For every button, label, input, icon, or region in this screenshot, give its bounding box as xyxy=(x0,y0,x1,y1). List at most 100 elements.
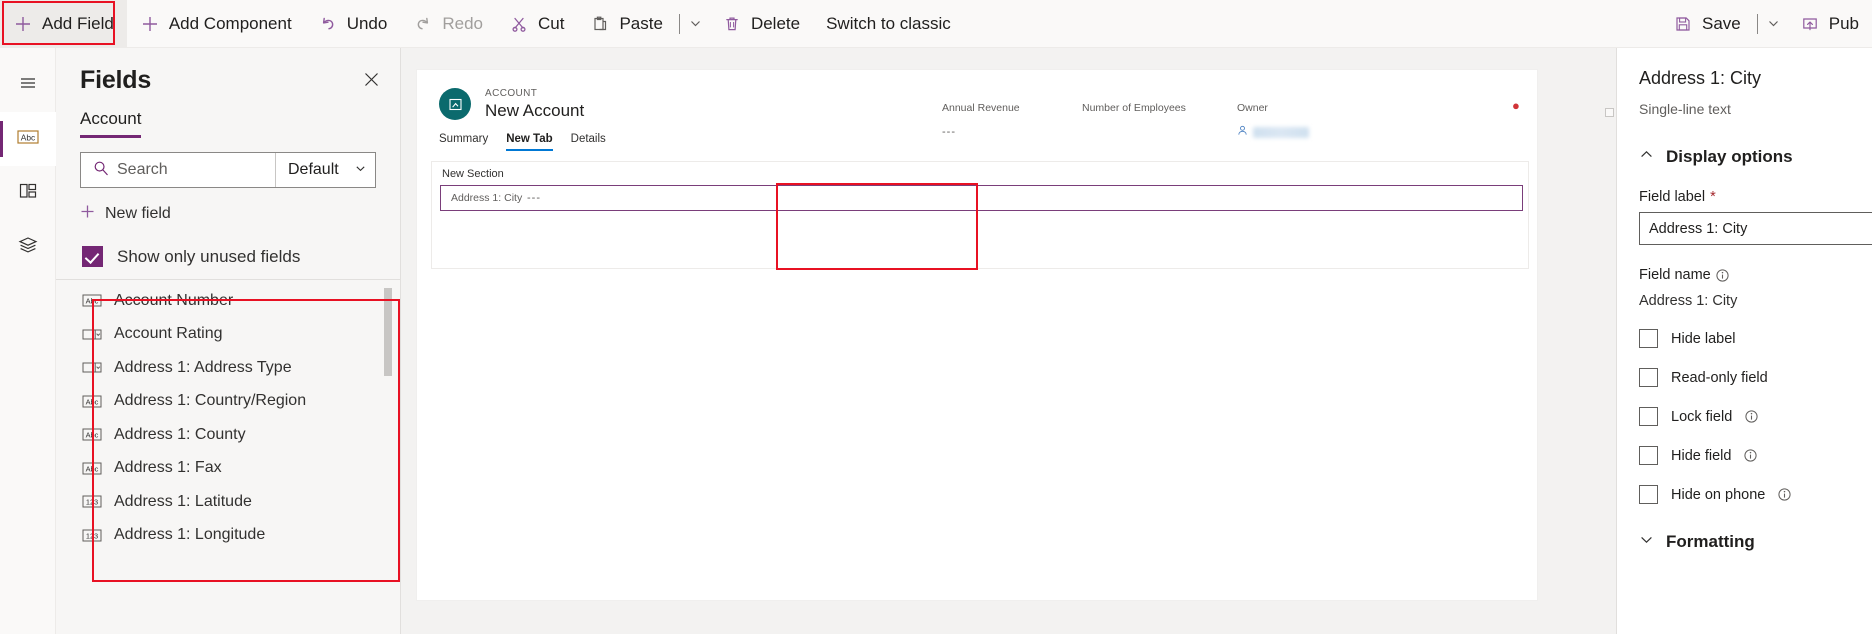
info-icon[interactable] xyxy=(1716,268,1729,282)
undo-icon xyxy=(318,14,338,34)
list-item-label: Address 1: Latitude xyxy=(114,492,252,510)
save-label: Save xyxy=(1702,13,1741,33)
undo-button[interactable]: Undo xyxy=(305,0,401,48)
components-icon xyxy=(18,181,38,206)
list-item-label: Account Rating xyxy=(114,325,223,343)
sidebar-item-fields[interactable]: Abc xyxy=(0,112,56,166)
checkbox-unchecked-icon xyxy=(1639,446,1658,465)
info-icon[interactable] xyxy=(1745,410,1758,423)
fields-panel-tabs: Account xyxy=(56,95,400,138)
form-field-address1-city[interactable]: Address 1: City --- xyxy=(440,185,1523,211)
filter-dropdown[interactable]: Default xyxy=(275,153,375,187)
avatar xyxy=(439,88,471,120)
delete-label: Delete xyxy=(750,13,801,33)
scrollbar-thumb[interactable] xyxy=(384,288,392,376)
form-canvas: ACCOUNT New Account Annual Revenue --- N… xyxy=(401,48,1616,634)
new-field-button[interactable]: New field xyxy=(80,200,376,228)
text-field-icon: Abc xyxy=(82,293,102,308)
properties-panel: Address 1: City Single-line text Display… xyxy=(1616,48,1872,634)
save-icon xyxy=(1673,14,1693,34)
close-icon[interactable] xyxy=(358,66,384,92)
form-designer-app: Add Field Add Component Undo Redo Cut Pa… xyxy=(0,0,1872,634)
number-field-icon: 123 xyxy=(82,528,102,543)
record-kicker: ACCOUNT xyxy=(485,88,538,99)
list-item[interactable]: Abc Address 1: Country/Region xyxy=(56,385,400,419)
section-title: New Section xyxy=(442,168,504,180)
sidebar-item-components[interactable] xyxy=(0,166,56,220)
svg-text:Abc: Abc xyxy=(86,464,99,473)
lock-field-checkbox[interactable]: Lock field xyxy=(1639,407,1872,426)
abc-icon: Abc xyxy=(16,128,40,151)
list-item[interactable]: Account Rating xyxy=(56,318,400,352)
form-preview: ACCOUNT New Account Annual Revenue --- N… xyxy=(417,70,1537,600)
add-field-button[interactable]: Add Field xyxy=(0,0,127,48)
paste-button[interactable]: Paste xyxy=(577,0,675,48)
redo-button[interactable]: Redo xyxy=(400,0,496,48)
tab-account[interactable]: Account xyxy=(80,109,142,138)
add-component-button[interactable]: Add Component xyxy=(127,0,305,48)
save-options-chevron-down-icon[interactable] xyxy=(1761,0,1787,48)
formatting-label: Formatting xyxy=(1666,532,1755,551)
chevron-down-icon xyxy=(355,161,366,179)
save-button[interactable]: Save xyxy=(1660,0,1754,48)
field-label-label: Field label * xyxy=(1639,189,1872,205)
publish-button[interactable]: Pub xyxy=(1787,0,1872,48)
hide-label-text: Hide label xyxy=(1671,330,1736,347)
hide-on-phone-checkbox[interactable]: Hide on phone xyxy=(1639,485,1872,504)
list-item[interactable]: 123 Address 1: Longitude xyxy=(56,519,400,553)
checkbox-unchecked-icon xyxy=(1639,485,1658,504)
field-label-text: Field label xyxy=(1639,189,1706,205)
hide-label-checkbox[interactable]: Hide label xyxy=(1639,329,1872,348)
text-field-icon: Abc xyxy=(82,461,102,476)
canvas-resize-handle[interactable] xyxy=(1605,108,1614,117)
canvas-right-gutter xyxy=(1604,70,1616,600)
filter-value: Default xyxy=(288,161,339,178)
search-box[interactable] xyxy=(81,153,275,187)
list-item[interactable]: Abc Account Number xyxy=(56,284,400,318)
list-item[interactable]: Address 1: Address Type xyxy=(56,351,400,385)
list-item[interactable]: Abc Address 1: County xyxy=(56,418,400,452)
list-item-label: Address 1: Country/Region xyxy=(114,392,307,410)
fields-list-scrollbar[interactable] xyxy=(382,287,394,634)
publish-icon xyxy=(1800,14,1820,34)
fields-panel: Fields Account Default xyxy=(56,48,401,634)
field-label-input-wrapper[interactable] xyxy=(1639,212,1872,245)
required-asterisk: * xyxy=(1710,189,1716,205)
sidebar-item-layers[interactable] xyxy=(0,220,56,274)
hide-field-checkbox[interactable]: Hide field xyxy=(1639,446,1872,465)
search-input[interactable] xyxy=(117,161,267,179)
search-row: Default xyxy=(80,152,376,188)
plus-icon xyxy=(13,14,33,34)
list-item[interactable]: Abc Address 1: Fax xyxy=(56,452,400,486)
record-title-block: ACCOUNT New Account xyxy=(485,88,584,121)
delete-button[interactable]: Delete xyxy=(709,0,813,48)
info-icon[interactable] xyxy=(1744,449,1758,462)
page-title: Fields xyxy=(80,66,152,94)
display-options-group-header[interactable]: Display options xyxy=(1639,147,1872,167)
info-icon[interactable] xyxy=(1778,488,1791,501)
tab-details[interactable]: Details xyxy=(571,133,606,151)
text-field-icon: Abc xyxy=(82,394,102,409)
list-item-label: Account Number xyxy=(114,291,234,309)
svg-text:123: 123 xyxy=(86,498,98,507)
field-name-text: Field name xyxy=(1639,267,1711,283)
tab-new-tab[interactable]: New Tab xyxy=(506,133,553,151)
sidebar-item-menu[interactable] xyxy=(0,58,56,112)
switch-to-classic-button[interactable]: Switch to classic xyxy=(813,0,964,48)
show-only-unused-fields-label: Show only unused fields xyxy=(117,246,301,266)
formatting-group-header[interactable]: Formatting xyxy=(1639,532,1872,552)
plus-icon xyxy=(80,204,95,224)
choice-field-icon xyxy=(82,360,102,375)
cut-button[interactable]: Cut xyxy=(496,0,577,48)
hide-on-phone-text: Hide on phone xyxy=(1671,486,1766,503)
undo-label: Undo xyxy=(346,13,388,33)
list-item[interactable]: 123 Address 1: Latitude xyxy=(56,485,400,519)
show-only-unused-fields-checkbox[interactable]: Show only unused fields xyxy=(56,236,400,280)
read-only-field-checkbox[interactable]: Read-only field xyxy=(1639,368,1872,387)
record-header: ACCOUNT New Account xyxy=(417,70,1537,121)
tab-summary[interactable]: Summary xyxy=(439,133,488,151)
checkbox-checked-icon xyxy=(82,246,103,267)
paste-options-chevron-down-icon[interactable] xyxy=(683,0,709,48)
svg-text:Abc: Abc xyxy=(20,132,34,142)
field-label-input[interactable] xyxy=(1649,220,1872,237)
